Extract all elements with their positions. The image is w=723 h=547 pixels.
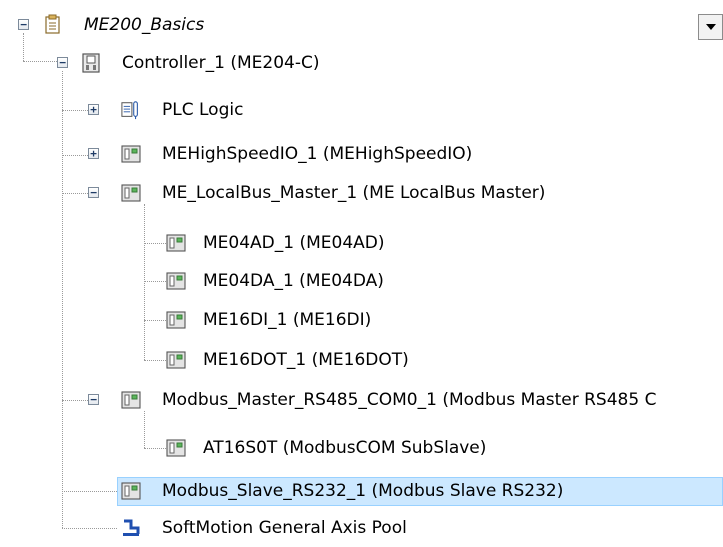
tree-item-me16di[interactable]: ME16DI_1 (ME16DI) (0, 301, 723, 339)
tree-item-plc-logic[interactable]: + PLC Logic (0, 91, 723, 129)
collapse-toggle[interactable]: − (18, 19, 29, 30)
tree-item-modbus-master[interactable]: − Modbus_Master_RS485_COM0_1 (Modbus Mas… (0, 381, 723, 419)
dropdown-button[interactable] (698, 14, 723, 40)
tree-item-me16dot[interactable]: ME16DOT_1 (ME16DOT) (0, 341, 723, 379)
device-icon (121, 482, 141, 500)
device-icon (166, 311, 186, 329)
tree-item-highspeed-io[interactable]: + MEHighSpeedIO_1 (MEHighSpeedIO) (0, 135, 723, 173)
chevron-down-icon (706, 24, 716, 30)
tree-item-label: ME04DA_1 (ME04DA) (203, 271, 384, 291)
tree-item-at16s0t[interactable]: AT16S0T (ModbusCOM SubSlave) (0, 429, 723, 467)
device-icon (166, 351, 186, 369)
tree-item-me04da[interactable]: ME04DA_1 (ME04DA) (0, 262, 723, 300)
device-icon (121, 184, 141, 202)
tree-item-project[interactable]: − ME200_Basics (0, 6, 723, 44)
device-icon (121, 145, 141, 163)
tree-item-label: ME04AD_1 (ME04AD) (203, 233, 385, 253)
device-icon (166, 439, 186, 457)
tree-item-label: Controller_1 (ME204-C) (122, 53, 320, 73)
expand-toggle[interactable]: + (88, 104, 99, 115)
tree-item-label: SoftMotion General Axis Pool (162, 518, 407, 538)
tree-item-softmotion[interactable]: SoftMotion General Axis Pool (0, 509, 723, 547)
axis-pool-icon (123, 519, 140, 536)
device-icon (121, 391, 141, 409)
controller-icon (82, 53, 100, 73)
tree-item-label: PLC Logic (162, 100, 244, 120)
tree-item-label: AT16S0T (ModbusCOM SubSlave) (203, 438, 487, 458)
tree-item-label: ME200_Basics (84, 15, 205, 35)
expand-toggle[interactable]: + (88, 148, 99, 159)
tree-item-label: ME_LocalBus_Master_1 (ME LocalBus Master… (162, 183, 546, 203)
collapse-toggle[interactable]: − (88, 187, 99, 198)
tree-item-label: MEHighSpeedIO_1 (MEHighSpeedIO) (162, 144, 473, 164)
tree-item-controller[interactable]: − Controller_1 (ME204-C) (0, 44, 723, 82)
tree-item-modbus-slave[interactable]: Modbus_Slave_RS232_1 (Modbus Slave RS232… (0, 472, 723, 510)
collapse-toggle[interactable]: − (57, 57, 68, 68)
collapse-toggle[interactable]: − (88, 394, 99, 405)
tree-item-label: ME16DOT_1 (ME16DOT) (203, 350, 409, 370)
plc-logic-icon (121, 101, 138, 120)
tree-item-me04ad[interactable]: ME04AD_1 (ME04AD) (0, 224, 723, 262)
device-tree: − ME200_Basics − Controller_1 (ME204-C) … (0, 0, 723, 546)
project-icon (45, 14, 60, 34)
device-icon (166, 272, 186, 290)
device-icon (166, 234, 186, 252)
tree-item-label: Modbus_Master_RS485_COM0_1 (Modbus Maste… (162, 390, 657, 410)
tree-item-localbus-master[interactable]: − ME_LocalBus_Master_1 (ME LocalBus Mast… (0, 174, 723, 212)
tree-item-label: Modbus_Slave_RS232_1 (Modbus Slave RS232… (162, 481, 564, 501)
tree-item-label: ME16DI_1 (ME16DI) (203, 310, 372, 330)
